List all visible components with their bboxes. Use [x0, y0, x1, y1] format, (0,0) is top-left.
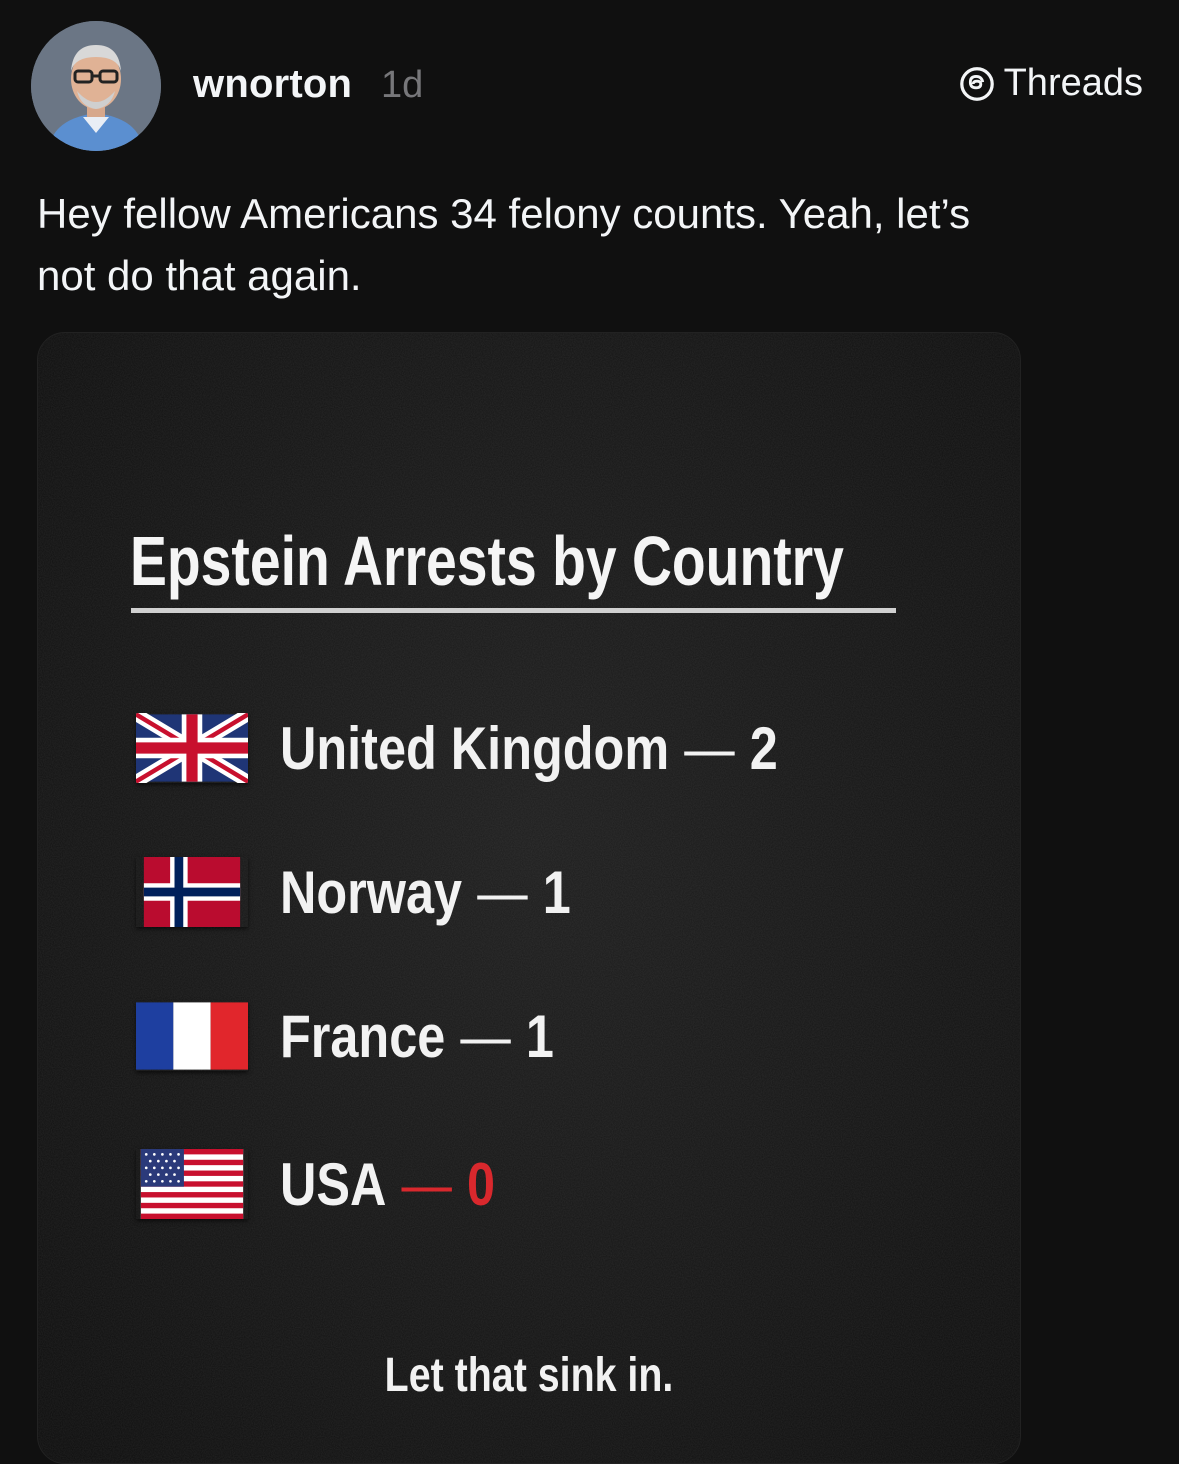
arrest-count-highlight: 0: [467, 1150, 496, 1218]
dash-highlight: —: [401, 1150, 452, 1218]
country-row-text: United Kingdom —2: [280, 714, 778, 783]
image-title: Epstein Arrests by Country: [130, 522, 844, 600]
country-row-text: France —1: [280, 1002, 554, 1071]
dash: —: [477, 858, 528, 926]
arrest-count: 1: [525, 1002, 554, 1070]
usa-flag-icon: [140, 1149, 244, 1219]
dash: —: [684, 714, 735, 782]
uk-flag-icon: [136, 713, 248, 783]
post-text-line: not do that again.: [37, 252, 362, 299]
country-row-uk: United Kingdom —2: [136, 713, 873, 783]
country-row-text: USA —0: [280, 1150, 495, 1219]
post-timestamp: 1d: [381, 64, 424, 106]
post-body: Hey fellow Americans 34 felony counts. Y…: [37, 183, 1137, 307]
country-name: United Kingdom: [280, 714, 670, 782]
france-flag-icon: [136, 1002, 248, 1070]
arrest-count: 2: [749, 714, 778, 782]
arrest-count: 1: [542, 858, 571, 926]
avatar[interactable]: [31, 21, 161, 151]
threads-label: Threads: [1003, 62, 1143, 104]
country-name: France: [280, 1002, 446, 1070]
country-name: USA: [280, 1150, 387, 1218]
dash: —: [460, 1002, 511, 1070]
threads-link[interactable]: Threads: [958, 62, 1143, 105]
country-row-france: France —1: [136, 1001, 606, 1071]
threads-logo-icon: [959, 66, 994, 101]
username[interactable]: wnorton: [193, 62, 352, 107]
country-row-norway: Norway —1: [136, 857, 626, 927]
post-text-line: Hey fellow Americans 34 felony counts. Y…: [37, 190, 971, 237]
post-image[interactable]: Epstein Arrests by Country United Kingdo…: [37, 332, 1021, 1464]
footer-text: Let that sink in.: [384, 1349, 674, 1402]
country-row-usa: USA —0: [136, 1149, 536, 1219]
country-row-text: Norway —1: [280, 858, 571, 927]
title-underline: [131, 608, 896, 613]
norway-flag-icon: [143, 857, 241, 927]
country-name: Norway: [280, 858, 463, 926]
image-footer: Let that sink in.: [38, 1348, 1020, 1403]
